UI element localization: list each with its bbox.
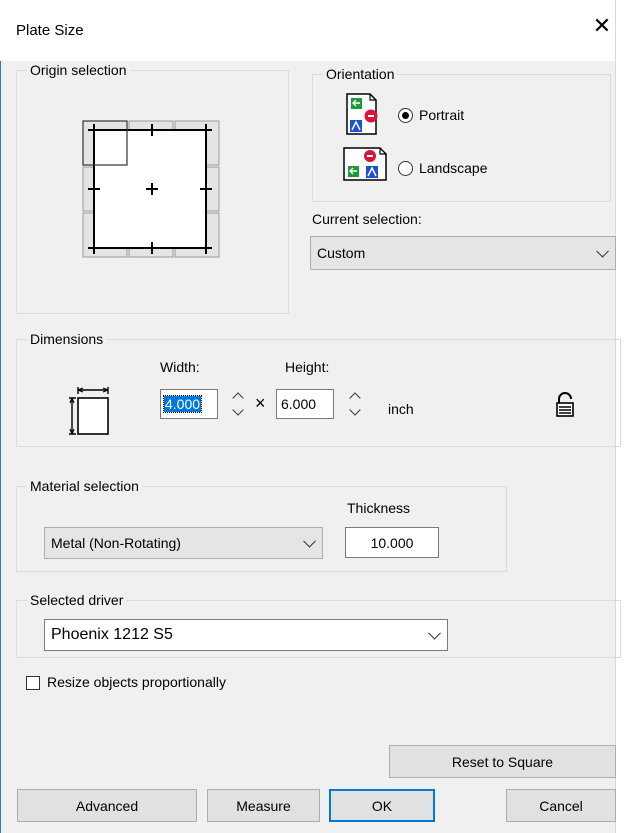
chevron-down-icon (596, 244, 609, 258)
reset-to-square-button[interactable]: Reset to Square (389, 745, 616, 778)
spin-down-icon[interactable] (232, 404, 244, 416)
width-input[interactable]: 4.000 (160, 389, 218, 419)
height-spinner[interactable] (349, 388, 361, 422)
resize-proportionally-label: Resize objects proportionally (47, 674, 226, 690)
thickness-value: 10.000 (370, 534, 414, 551)
thickness-label: Thickness (347, 500, 411, 516)
cancel-label: Cancel (539, 797, 583, 814)
portrait-label: Portrait (419, 107, 465, 123)
lock-open-icon[interactable] (554, 392, 576, 418)
portrait-page-icon (346, 93, 378, 135)
width-spinner[interactable] (232, 388, 244, 422)
landscape-label: Landscape (419, 160, 488, 176)
spin-up-icon[interactable] (232, 392, 244, 404)
window-border (0, 61, 1, 833)
origin-selection-legend: Origin selection (30, 62, 127, 78)
measure-button[interactable]: Measure (207, 789, 320, 822)
landscape-radio[interactable] (398, 160, 413, 176)
current-selection-value: Custom (317, 245, 366, 261)
chevron-down-icon (303, 534, 316, 548)
origin-grid[interactable] (82, 120, 222, 260)
advanced-label: Advanced (75, 797, 139, 814)
unit-label: inch (388, 401, 414, 417)
ok-button[interactable]: OK (329, 789, 435, 822)
current-selection-label: Current selection: (312, 211, 422, 227)
orientation-legend: Orientation (326, 66, 395, 82)
spin-up-icon[interactable] (349, 392, 361, 404)
chevron-down-icon (428, 626, 441, 640)
height-value: 6.000 (281, 396, 317, 412)
measure-label: Measure (236, 797, 291, 814)
material-selection-legend: Material selection (30, 478, 139, 494)
reset-to-square-label: Reset to Square (451, 753, 554, 770)
height-input[interactable]: 6.000 (276, 389, 334, 419)
thickness-input[interactable]: 10.000 (345, 527, 439, 558)
close-icon[interactable]: ✕ (590, 14, 614, 38)
material-dropdown[interactable]: Metal (Non-Rotating) (44, 527, 323, 559)
selected-driver-legend: Selected driver (30, 592, 124, 608)
cancel-button[interactable]: Cancel (506, 789, 616, 822)
advanced-button[interactable]: Advanced (17, 789, 197, 822)
driver-dropdown[interactable]: Phoenix 1212 S5 (44, 619, 448, 651)
spin-down-icon[interactable] (349, 404, 361, 416)
landscape-page-icon (343, 147, 387, 181)
width-label: Width: (160, 359, 200, 375)
title-bar: Plate Size ✕ (0, 0, 626, 61)
driver-value: Phoenix 1212 S5 (51, 626, 173, 643)
width-value: 4.000 (162, 395, 203, 413)
current-selection-dropdown[interactable]: Custom (310, 236, 616, 270)
height-label: Height: (285, 359, 330, 375)
dimensions-icon (69, 387, 109, 435)
portrait-radio[interactable] (398, 107, 413, 123)
ok-label: OK (371, 797, 393, 814)
material-value: Metal (Non-Rotating) (51, 535, 181, 551)
landscape-radio-row[interactable]: Landscape (398, 160, 488, 176)
window-title: Plate Size (16, 22, 84, 39)
times-symbol: × (255, 393, 266, 413)
dimensions-legend: Dimensions (30, 331, 104, 347)
resize-proportionally-checkbox[interactable] (26, 676, 40, 690)
portrait-radio-row[interactable]: Portrait (398, 107, 464, 123)
